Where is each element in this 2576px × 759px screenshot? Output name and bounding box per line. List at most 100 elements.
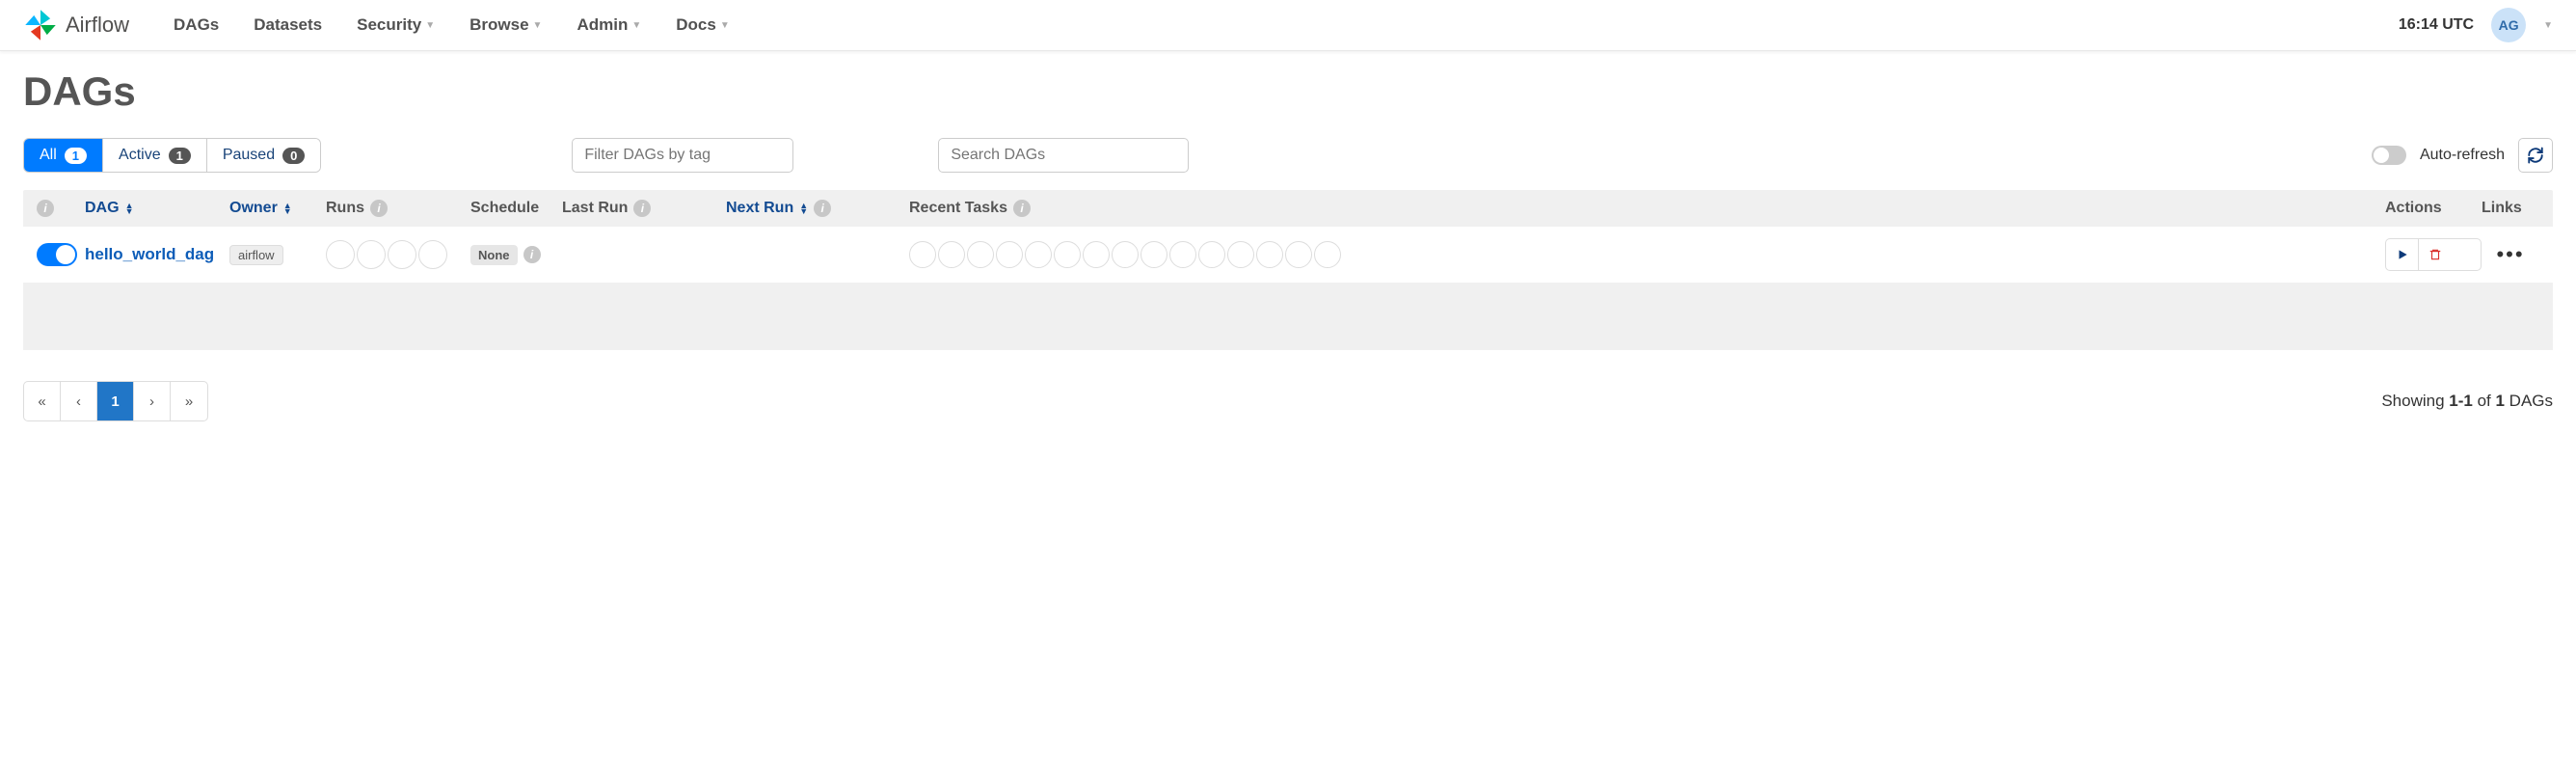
chevron-down-icon: ▼ xyxy=(533,20,543,31)
task-status-circle[interactable] xyxy=(909,241,936,268)
action-buttons xyxy=(2385,238,2482,271)
page-last[interactable]: » xyxy=(171,382,207,420)
recent-tasks-circles xyxy=(909,241,2385,268)
page-current[interactable]: 1 xyxy=(97,382,134,420)
task-status-circle[interactable] xyxy=(1140,241,1167,268)
sort-icon: ▲▼ xyxy=(799,203,808,214)
nav-admin-label: Admin xyxy=(577,15,628,35)
nav-browse-label: Browse xyxy=(470,15,528,35)
task-status-circle[interactable] xyxy=(1112,241,1139,268)
delete-dag-button[interactable] xyxy=(2419,239,2452,270)
nav-dags[interactable]: DAGs xyxy=(174,15,219,35)
tag-filter-input[interactable] xyxy=(572,138,793,173)
nav-docs-label: Docs xyxy=(676,15,716,35)
summary-prefix: Showing xyxy=(2381,392,2449,410)
page-body: DAGs All 1 Active 1 Paused 0 Auto-refr xyxy=(0,51,2576,367)
filter-all[interactable]: All 1 xyxy=(24,139,103,172)
search-box xyxy=(938,138,1189,173)
task-status-circle[interactable] xyxy=(996,241,1023,268)
nav-docs[interactable]: Docs ▼ xyxy=(676,15,729,35)
page-first[interactable]: « xyxy=(24,382,61,420)
owner-tag[interactable]: airflow xyxy=(229,245,283,265)
autorefresh-toggle[interactable] xyxy=(2372,146,2406,165)
task-status-circle[interactable] xyxy=(1314,241,1341,268)
run-status-circle[interactable] xyxy=(418,240,447,269)
brand[interactable]: Airflow xyxy=(23,8,129,42)
filter-all-label: All xyxy=(40,147,57,164)
right-controls: Auto-refresh xyxy=(2372,138,2553,173)
nav-browse[interactable]: Browse ▼ xyxy=(470,15,542,35)
trigger-dag-button[interactable] xyxy=(2386,239,2419,270)
filter-row: All 1 Active 1 Paused 0 Auto-refresh xyxy=(23,138,2553,173)
status-filter-group: All 1 Active 1 Paused 0 xyxy=(23,138,321,173)
info-icon[interactable]: i xyxy=(370,200,388,217)
task-status-circle[interactable] xyxy=(1169,241,1196,268)
info-icon[interactable]: i xyxy=(633,200,651,217)
filter-active[interactable]: Active 1 xyxy=(103,139,207,172)
dag-enable-toggle[interactable] xyxy=(37,243,77,266)
col-dag[interactable]: DAG ▲▼ xyxy=(85,200,229,217)
play-icon xyxy=(2396,248,2409,261)
task-status-circle[interactable] xyxy=(1285,241,1312,268)
col-nextrun[interactable]: Next Run ▲▼ i xyxy=(726,200,909,217)
info-icon[interactable]: i xyxy=(1013,200,1031,217)
clock[interactable]: 16:14 UTC xyxy=(2399,16,2474,34)
user-avatar[interactable]: AG xyxy=(2491,8,2526,42)
search-input[interactable] xyxy=(938,138,1189,173)
col-nextrun-label: Next Run xyxy=(726,200,793,217)
task-status-circle[interactable] xyxy=(1198,241,1225,268)
col-recent-label: Recent Tasks xyxy=(909,200,1007,217)
schedule-badge: None i xyxy=(470,245,541,265)
run-status-circle[interactable] xyxy=(357,240,386,269)
nav-security[interactable]: Security▼ xyxy=(357,15,435,35)
col-links-label: Links xyxy=(2482,200,2522,217)
filter-active-label: Active xyxy=(119,147,161,164)
nav-links: DAGs Datasets Security▼ Browse▼ Admin▼ D… xyxy=(174,15,730,35)
summary-suffix: DAGs xyxy=(2505,392,2553,410)
run-status-circle[interactable] xyxy=(326,240,355,269)
task-status-circle[interactable] xyxy=(967,241,994,268)
task-status-circle[interactable] xyxy=(1025,241,1052,268)
col-owner[interactable]: Owner ▲▼ xyxy=(229,200,326,217)
dag-table: i DAG ▲▼ Owner ▲▼ Runs i Schedule Last R… xyxy=(23,190,2553,350)
more-links-button[interactable]: ••• xyxy=(2496,242,2524,266)
task-status-circle[interactable] xyxy=(938,241,965,268)
chevron-down-icon: ▼ xyxy=(720,20,730,31)
navbar-right: 16:14 UTC AG ▼ xyxy=(2399,8,2553,42)
task-status-circle[interactable] xyxy=(1083,241,1110,268)
page-next[interactable]: › xyxy=(134,382,171,420)
sort-icon: ▲▼ xyxy=(125,203,134,214)
col-actions-label: Actions xyxy=(2385,200,2442,217)
chevron-down-icon[interactable]: ▼ xyxy=(2543,20,2553,31)
nav-admin[interactable]: Admin▼ xyxy=(577,15,641,35)
task-status-circle[interactable] xyxy=(1256,241,1283,268)
chevron-down-icon: ▼ xyxy=(631,20,641,31)
task-status-circle[interactable] xyxy=(1227,241,1254,268)
filter-paused[interactable]: Paused 0 xyxy=(207,139,321,172)
col-lastrun: Last Run i xyxy=(562,200,726,217)
col-recent: Recent Tasks i xyxy=(909,200,2385,217)
chevron-down-icon: ▼ xyxy=(425,20,435,31)
runs-circles xyxy=(326,240,470,269)
info-icon[interactable]: i xyxy=(814,200,831,217)
info-icon[interactable]: i xyxy=(523,246,541,263)
schedule-label[interactable]: None xyxy=(470,245,518,265)
page-prev[interactable]: ‹ xyxy=(61,382,97,420)
col-links: Links xyxy=(2482,200,2539,217)
col-owner-label: Owner xyxy=(229,200,278,217)
trash-icon xyxy=(2428,248,2442,261)
summary-mid: of xyxy=(2473,392,2496,410)
info-icon[interactable]: i xyxy=(37,200,54,217)
dag-name-link[interactable]: hello_world_dag xyxy=(85,245,214,263)
nav-datasets[interactable]: Datasets xyxy=(254,15,322,35)
tag-filter xyxy=(572,138,793,173)
refresh-button[interactable] xyxy=(2518,138,2553,173)
task-status-circle[interactable] xyxy=(1054,241,1081,268)
table-header: i DAG ▲▼ Owner ▲▼ Runs i Schedule Last R… xyxy=(23,190,2553,227)
summary-range: 1-1 xyxy=(2449,392,2473,410)
nav-dags-label: DAGs xyxy=(174,15,219,35)
run-status-circle[interactable] xyxy=(388,240,416,269)
table-empty-space xyxy=(23,283,2553,350)
col-lastrun-label: Last Run xyxy=(562,200,628,217)
pagination: « ‹ 1 › » xyxy=(23,381,208,421)
